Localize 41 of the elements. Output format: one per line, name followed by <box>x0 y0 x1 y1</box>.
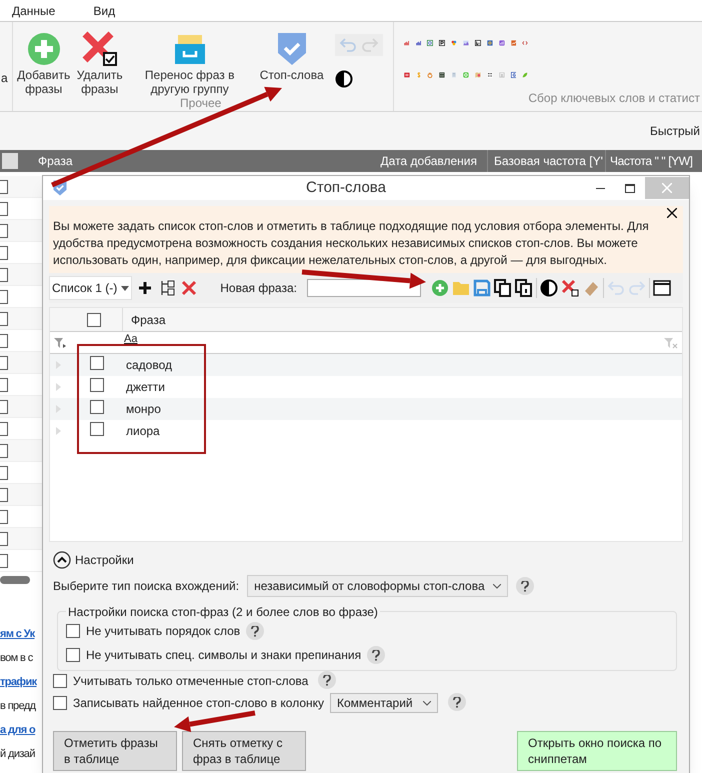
info-text: Вы можете задать список стоп-слов и отметить в таблице подходящие под условия отбора элементы. Для удобства предусмотрена возможность создания нескольких независимых списков стоп-слов. Вы можете использовать один, например, для фиксации нежелательных стоп-слов, а другой — для выгодных. <box>53 218 650 269</box>
column-header[interactable]: Дата добавления <box>338 150 488 172</box>
table-cell-text: садовод <box>126 357 172 374</box>
text-line: й дизай <box>0 747 35 762</box>
action-button[interactable]: Открыть окно поиска по сниппетам <box>517 731 677 771</box>
option-label: Записывать найденное стоп-слово в колонку <box>73 695 324 712</box>
column-select[interactable]: Комментарий <box>330 693 438 713</box>
ribbon-button[interactable]: Стоп-слова <box>254 30 329 82</box>
quick-label: Быстрый <box>650 123 700 140</box>
table-cell-text: лиора <box>126 423 160 440</box>
search-type-select[interactable]: независимый от словоформы стоп-слова <box>247 575 508 597</box>
option-label: Не учитывать порядок слов <box>86 623 240 640</box>
menu-item[interactable]: Вид <box>93 2 116 20</box>
ribbon-label: а <box>0 70 8 87</box>
group-label: Сбор ключевых слов и статист <box>528 90 700 107</box>
option-label: Учитывать только отмеченные стоп-слова <box>73 673 308 690</box>
link[interactable]: ям с Ук <box>0 626 35 646</box>
action-button[interactable]: Снять отметку с фраз в таблице <box>182 731 306 771</box>
group-label: Прочее <box>179 96 222 112</box>
menu-item[interactable]: Данные <box>12 2 56 20</box>
ribbon-button[interactable]: Перенос фраз в другую группу <box>130 30 249 96</box>
option-label: Не учитывать спец. символы и знаки препинания <box>86 647 362 664</box>
column-header[interactable]: Фраза <box>122 308 166 331</box>
field-label: Выберите тип поиска вхождений: <box>53 578 240 595</box>
table-cell-text: джетти <box>126 379 165 396</box>
link[interactable]: трафик <box>0 674 37 694</box>
ribbon-button[interactable]: Добавить фразы <box>18 30 69 96</box>
window-title: Стоп-слова <box>305 178 387 198</box>
column-header[interactable]: Фраза <box>38 150 338 172</box>
filter-mode[interactable]: Aa <box>124 332 138 344</box>
action-button[interactable]: Отметить фразы в таблице <box>53 731 177 771</box>
column-header[interactable]: Базовая частота [Y' <box>488 150 606 172</box>
list-select[interactable]: Список 1 (-) <box>49 276 132 300</box>
ribbon-button[interactable]: Удалить фразы <box>74 30 125 96</box>
text-line: в предд <box>0 699 36 714</box>
settings-toggle[interactable]: Настройки <box>53 549 679 571</box>
field-label: Новая фраза: <box>220 280 297 297</box>
link[interactable]: а для о <box>0 722 36 742</box>
table-cell-text: монро <box>126 401 161 418</box>
text-line: вом в с <box>0 651 33 666</box>
column-header[interactable]: Частота " " [YW] <box>606 150 700 172</box>
